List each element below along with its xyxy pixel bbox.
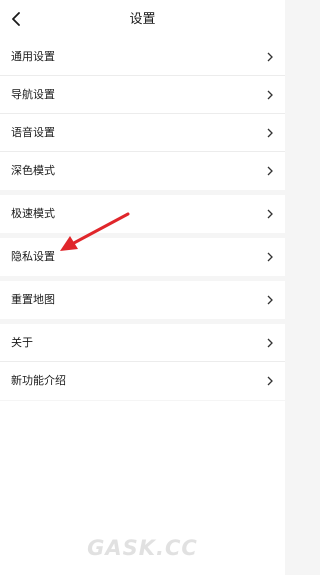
menu-item-about[interactable]: 关于: [0, 324, 285, 362]
menu-item-label: 重置地图: [11, 293, 55, 306]
menu-item-navigation-settings[interactable]: 导航设置: [0, 76, 285, 114]
menu-item-label: 语音设置: [11, 126, 55, 139]
menu-item-label: 导航设置: [11, 88, 55, 101]
menu-item-general-settings[interactable]: 通用设置: [0, 38, 285, 76]
settings-group-privacy: 隐私设置: [0, 238, 285, 276]
menu-item-label: 极速模式: [11, 207, 55, 220]
menu-item-label: 新功能介绍: [11, 374, 66, 387]
chevron-right-icon: [267, 338, 273, 348]
settings-group-general: 通用设置 导航设置 语音设置 深色模式: [0, 38, 285, 190]
menu-item-reset-map[interactable]: 重置地图: [0, 281, 285, 319]
chevron-right-icon: [267, 90, 273, 100]
watermark: GASK.CC: [87, 536, 198, 560]
chevron-right-icon: [267, 128, 273, 138]
menu-item-voice-settings[interactable]: 语音设置: [0, 114, 285, 152]
menu-item-label: 隐私设置: [11, 250, 55, 263]
chevron-right-icon: [267, 295, 273, 305]
chevron-right-icon: [267, 166, 273, 176]
page-title: 设置: [129, 12, 156, 27]
settings-group-speed: 极速模式: [0, 195, 285, 233]
menu-item-speed-mode[interactable]: 极速模式: [0, 195, 285, 233]
chevron-right-icon: [267, 252, 273, 262]
menu-item-label: 深色模式: [11, 164, 55, 177]
top-bar: 设置: [0, 0, 285, 38]
menu-item-label: 通用设置: [11, 50, 55, 63]
settings-group-reset: 重置地图: [0, 281, 285, 319]
chevron-right-icon: [267, 52, 273, 62]
settings-group-about: 关于 新功能介绍: [0, 324, 285, 400]
chevron-right-icon: [267, 376, 273, 386]
menu-item-dark-mode[interactable]: 深色模式: [0, 152, 285, 190]
menu-item-new-features[interactable]: 新功能介绍: [0, 362, 285, 400]
menu-item-privacy-settings[interactable]: 隐私设置: [0, 238, 285, 276]
chevron-right-icon: [267, 209, 273, 219]
menu-item-label: 关于: [11, 336, 33, 349]
